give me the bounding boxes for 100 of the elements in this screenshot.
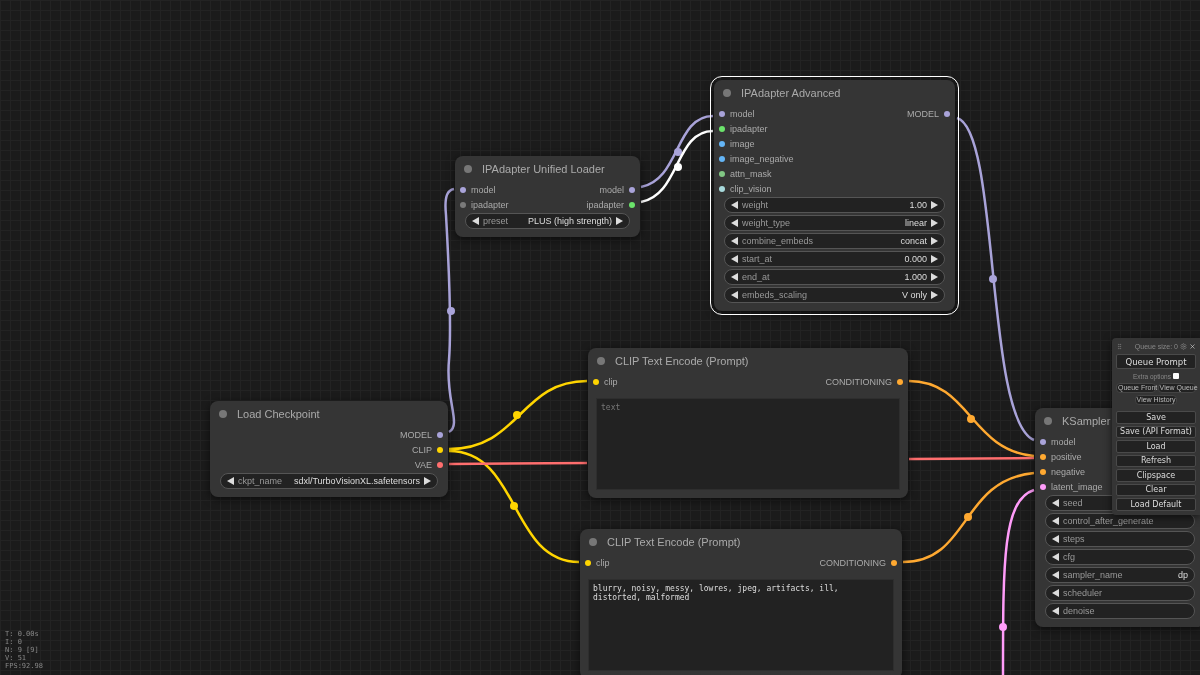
collapse-dot-icon[interactable]: [219, 410, 227, 418]
combo-widget[interactable]: combine_embeds concat: [724, 233, 945, 249]
left-arrow-icon[interactable]: [1052, 553, 1059, 561]
link-wire[interactable]: [956, 117, 1035, 441]
widget-label: steps: [1063, 534, 1085, 544]
collapse-dot-icon[interactable]: [1044, 417, 1052, 425]
node-panel[interactable]: Load Checkpoint MODEL CLIP VAE ckpt_name sdxl/TurboVisionXL.safetensors: [210, 401, 448, 497]
combo-widget[interactable]: end_at 1.000: [724, 269, 945, 285]
collapse-dot-icon[interactable]: [723, 89, 731, 97]
prompt-text-field[interactable]: blurry, noisy, messy, lowres, jpeg, artifacts, ill, distorted, malformed: [588, 579, 894, 671]
input-label: negative: [1051, 466, 1086, 477]
link-wire[interactable]: [444, 187, 456, 433]
menu-button[interactable]: Save: [1116, 411, 1196, 424]
input-socket-icon[interactable]: [460, 201, 466, 208]
collapse-dot-icon[interactable]: [597, 357, 605, 365]
widget-value: dp: [1178, 570, 1188, 580]
input-socket-icon[interactable]: [460, 186, 466, 193]
input-socket-icon[interactable]: [593, 378, 599, 385]
link-wire[interactable]: [902, 471, 1035, 564]
node-panel[interactable]: IPAdapter Unified Loader model ipadapter model ipadapter preset PLUS (high strength): [455, 156, 640, 237]
node-title: IPAdapter Unified Loader: [482, 163, 605, 175]
input-socket-icon[interactable]: [719, 155, 725, 162]
combo-widget[interactable]: embeds_scaling V only: [724, 287, 945, 303]
left-arrow-icon[interactable]: [731, 201, 738, 209]
input-socket-icon[interactable]: [719, 185, 725, 192]
combo-widget[interactable]: weight_type linear: [724, 215, 945, 231]
input-socket-icon[interactable]: [1040, 453, 1046, 460]
combo-widget[interactable]: control_after_generate: [1045, 513, 1195, 529]
input-socket-icon[interactable]: [1040, 438, 1046, 445]
link-wire[interactable]: [908, 379, 1035, 458]
prompt-text-field[interactable]: text: [596, 398, 900, 490]
input-label: model: [471, 184, 496, 195]
input-socket-icon[interactable]: [1040, 468, 1046, 475]
left-arrow-icon[interactable]: [1052, 499, 1059, 507]
output-socket-icon[interactable]: [897, 378, 903, 385]
output-socket-icon[interactable]: [437, 431, 443, 438]
combo-widget[interactable]: sampler_name dp: [1045, 567, 1195, 583]
node-panel[interactable]: CLIP Text Encode (Prompt) clip CONDITIONING blurry, noisy, messy, lowres, jpeg, artifacts, ill, distorted, malformed: [580, 529, 902, 675]
input-socket-icon[interactable]: [719, 125, 725, 132]
right-arrow-icon[interactable]: [931, 291, 938, 299]
widget-label: start_at: [742, 254, 772, 264]
collapse-dot-icon[interactable]: [464, 165, 472, 173]
right-arrow-icon[interactable]: [424, 477, 431, 485]
combo-widget[interactable]: weight 1.00: [724, 197, 945, 213]
combo-widget[interactable]: start_at 0.000: [724, 251, 945, 267]
combo-widget[interactable]: preset PLUS (high strength): [465, 213, 630, 229]
menu-button[interactable]: Load Default: [1116, 498, 1196, 511]
combo-widget[interactable]: steps: [1045, 531, 1195, 547]
left-arrow-icon[interactable]: [1052, 517, 1059, 525]
right-arrow-icon[interactable]: [931, 201, 938, 209]
link-wire[interactable]: [909, 456, 1034, 461]
menu-button[interactable]: Clear: [1116, 483, 1196, 496]
menu-button[interactable]: Refresh: [1116, 454, 1196, 467]
output-socket-icon[interactable]: [629, 186, 635, 193]
left-arrow-icon[interactable]: [731, 237, 738, 245]
left-arrow-icon[interactable]: [731, 219, 738, 227]
right-arrow-icon[interactable]: [931, 237, 938, 245]
left-arrow-icon[interactable]: [731, 255, 738, 263]
menu-button[interactable]: Save (API Format): [1116, 425, 1196, 438]
input-socket-icon[interactable]: [719, 140, 725, 147]
output-socket-icon[interactable]: [629, 201, 635, 208]
right-arrow-icon[interactable]: [931, 273, 938, 281]
input-socket-icon[interactable]: [1040, 483, 1046, 490]
link-wire[interactable]: [640, 114, 714, 189]
output-socket-icon[interactable]: [944, 110, 950, 117]
output-label: MODEL: [400, 429, 432, 440]
left-arrow-icon[interactable]: [1052, 571, 1059, 579]
input-socket-icon[interactable]: [719, 110, 725, 117]
queue-prompt-button[interactable]: Queue Prompt: [1116, 354, 1196, 369]
combo-widget[interactable]: cfg: [1045, 549, 1195, 565]
left-arrow-icon[interactable]: [1052, 589, 1059, 597]
close-icon[interactable]: [1189, 343, 1196, 350]
combo-widget[interactable]: scheduler: [1045, 585, 1195, 601]
left-arrow-icon[interactable]: [1052, 607, 1059, 615]
left-arrow-icon[interactable]: [227, 477, 234, 485]
right-arrow-icon[interactable]: [931, 219, 938, 227]
left-arrow-icon[interactable]: [731, 273, 738, 281]
widget-label: weight_type: [742, 218, 791, 228]
input-socket-icon[interactable]: [585, 559, 591, 566]
output-socket-icon[interactable]: [891, 559, 897, 566]
left-arrow-icon[interactable]: [472, 217, 479, 225]
left-arrow-icon[interactable]: [1052, 535, 1059, 543]
right-arrow-icon[interactable]: [616, 217, 623, 225]
extra-options-checkbox[interactable]: [1172, 373, 1179, 379]
link-wire[interactable]: [999, 488, 1035, 675]
output-socket-icon[interactable]: [437, 446, 443, 453]
output-socket-icon[interactable]: [437, 461, 443, 468]
widget-value: 0.000: [904, 254, 927, 264]
left-arrow-icon[interactable]: [731, 291, 738, 299]
collapse-dot-icon[interactable]: [589, 538, 597, 546]
combo-widget[interactable]: ckpt_name sdxl/TurboVisionXL.safetensors: [220, 473, 438, 489]
menu-button[interactable]: Load: [1116, 440, 1196, 453]
right-arrow-icon[interactable]: [931, 255, 938, 263]
input-label: ipadapter: [471, 199, 509, 210]
input-socket-icon[interactable]: [719, 170, 725, 177]
menu-button[interactable]: Clipspace: [1116, 469, 1196, 482]
node-panel[interactable]: CLIP Text Encode (Prompt) clip CONDITIONING text: [588, 348, 908, 498]
input-label: positive: [1051, 451, 1082, 462]
combo-widget[interactable]: denoise: [1045, 603, 1195, 619]
link-wire[interactable]: [449, 461, 587, 466]
